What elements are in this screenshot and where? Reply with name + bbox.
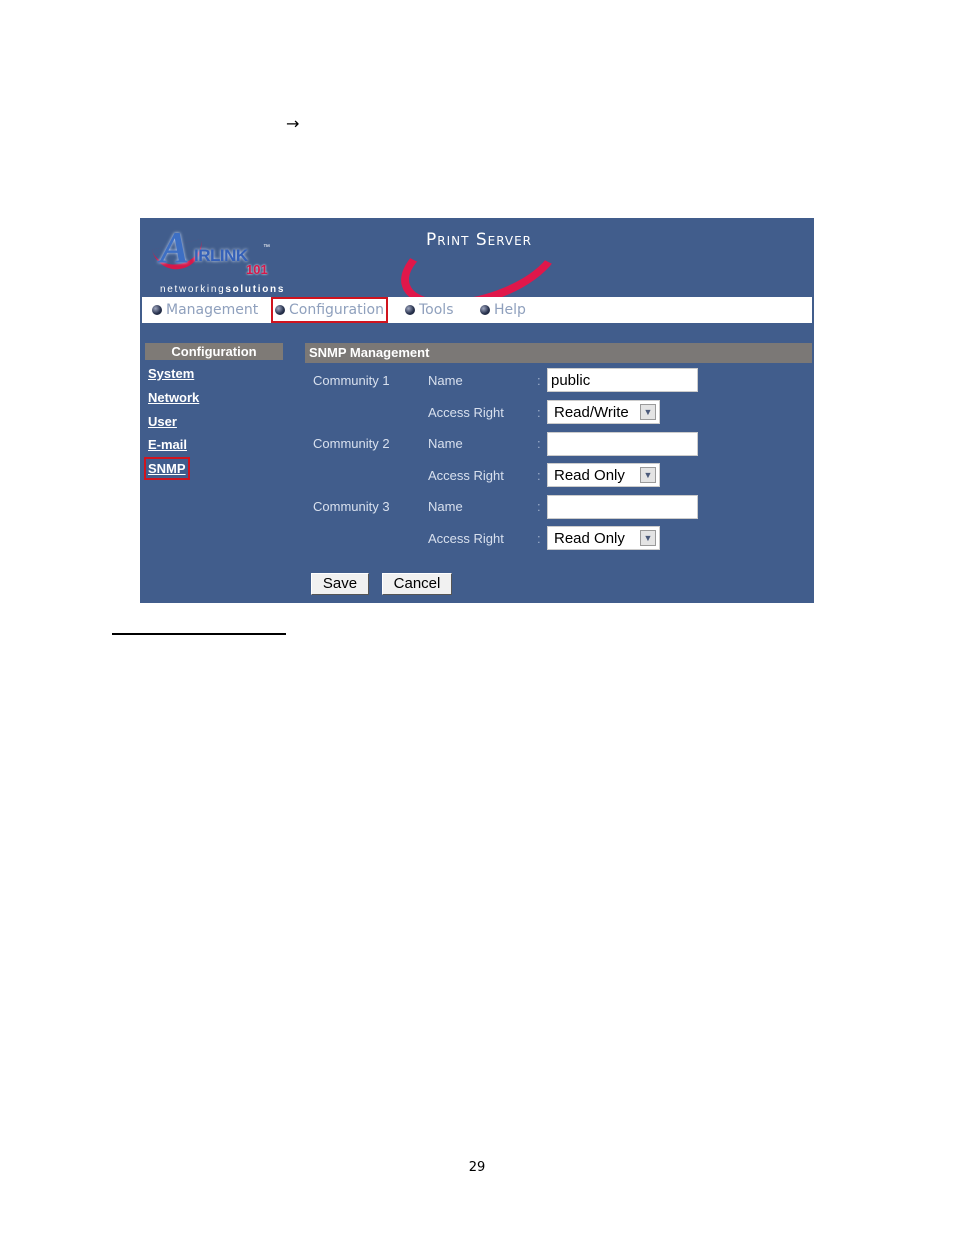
nav-label: Help <box>494 302 526 318</box>
sidebar-item-user[interactable]: User <box>148 414 177 429</box>
bullet-icon <box>152 305 162 315</box>
select-value: Read Only <box>554 467 625 484</box>
select-value: Read Only <box>554 530 625 547</box>
logo-brand: IRLINK <box>194 246 248 265</box>
community-1-access-label: Access Right <box>428 405 504 420</box>
logo-tm: ™ <box>263 244 270 251</box>
community-2-access-label: Access Right <box>428 468 504 483</box>
community-1-name-label: Name <box>428 373 463 388</box>
community-3-name-label: Name <box>428 499 463 514</box>
separator: : <box>537 531 541 546</box>
sidebar-title: Configuration <box>145 343 283 360</box>
tagline-light: networking <box>160 284 226 295</box>
tagline-bold: solutions <box>225 284 286 295</box>
community-3-access-label: Access Right <box>428 531 504 546</box>
sidebar-item-system[interactable]: System <box>148 366 194 381</box>
chevron-down-icon[interactable]: ▼ <box>640 530 656 546</box>
save-button[interactable]: Save <box>311 573 369 595</box>
community-2-access-select[interactable]: Read Only ▼ <box>547 463 660 487</box>
separator: : <box>537 436 541 451</box>
sidebar-item-snmp[interactable]: SNMP <box>144 457 190 480</box>
nav-label: Configuration <box>289 302 384 318</box>
community-3-label: Community 3 <box>313 499 390 514</box>
header: A IRLINK ™ 101 networkingsolutions Print… <box>140 196 814 326</box>
logo-tagline: networkingsolutions <box>160 284 285 295</box>
chevron-down-icon[interactable]: ▼ <box>640 467 656 483</box>
separator: : <box>537 373 541 388</box>
community-3-access-select[interactable]: Read Only ▼ <box>547 526 660 550</box>
top-nav: Management Configuration Tools Help <box>142 297 812 323</box>
separator: : <box>537 405 541 420</box>
separator: : <box>537 468 541 483</box>
select-value: Read/Write <box>554 404 629 421</box>
bullet-icon <box>405 305 415 315</box>
arrow-icon: → <box>286 114 300 133</box>
nav-help[interactable]: Help <box>480 301 526 319</box>
chevron-down-icon[interactable]: ▼ <box>640 404 656 420</box>
nav-configuration[interactable]: Configuration <box>271 297 388 323</box>
product-title: Print Server <box>426 230 533 250</box>
nav-tools[interactable]: Tools <box>405 301 454 319</box>
nav-label: Tools <box>419 302 454 318</box>
cancel-button[interactable]: Cancel <box>382 573 452 595</box>
logo-number: 101 <box>246 262 268 277</box>
page-number: 29 <box>468 1160 486 1175</box>
print-server-screenshot: A IRLINK ™ 101 networkingsolutions Print… <box>140 196 814 603</box>
separator: : <box>537 499 541 514</box>
community-2-name-label: Name <box>428 436 463 451</box>
community-2-label: Community 2 <box>313 436 390 451</box>
community-3-name-input[interactable] <box>547 495 698 519</box>
community-1-name-input[interactable] <box>547 368 698 392</box>
footnote-rule <box>112 633 286 635</box>
nav-management[interactable]: Management <box>152 301 258 319</box>
bullet-icon <box>275 305 285 315</box>
nav-label: Management <box>166 302 259 318</box>
community-1-label: Community 1 <box>313 373 390 388</box>
sidebar-item-email[interactable]: E-mail <box>148 437 187 452</box>
community-2-name-input[interactable] <box>547 432 698 456</box>
bullet-icon <box>480 305 490 315</box>
section-title: SNMP Management <box>305 343 812 363</box>
logo-letter: A <box>160 223 190 272</box>
airlink-logo: A IRLINK ™ 101 networkingsolutions <box>150 222 290 295</box>
sidebar-item-network[interactable]: Network <box>148 390 199 405</box>
community-1-access-select[interactable]: Read/Write ▼ <box>547 400 660 424</box>
